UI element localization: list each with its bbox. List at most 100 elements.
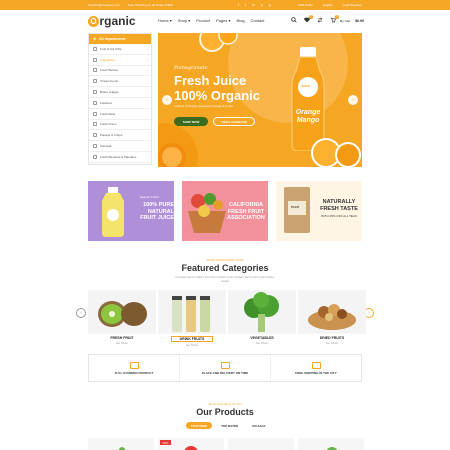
- category-link[interactable]: Go Shop: [158, 343, 226, 347]
- nav-pages[interactable]: Pages ▾: [216, 18, 230, 23]
- category-name: FRESH FRUIT: [110, 336, 134, 340]
- vegetable-basket-image: [188, 193, 226, 233]
- nav-home[interactable]: Home ▾: [158, 18, 172, 23]
- banner-title: CALIFORNIA FRESH FRUIT ASSOCIATION: [227, 202, 265, 221]
- category-card-vegetables[interactable]: VEGETABLES Go Shop: [228, 290, 296, 350]
- sidebar-item-label: Ocean Foods: [100, 79, 119, 84]
- category-card-drink-fruits[interactable]: DRINK FRUITS Go Shop: [158, 290, 226, 350]
- product-card[interactable]: [298, 438, 364, 450]
- menu-icon: ☰: [93, 37, 97, 41]
- category-icon: [93, 154, 97, 159]
- feature-delivery: PLACE AND DELIVERY ON TIME: [180, 355, 271, 381]
- nav-contact[interactable]: Contact: [251, 18, 265, 23]
- sidebar-item[interactable]: Butter & Eggs: [89, 87, 151, 98]
- tab-on-sale[interactable]: ON SALE: [247, 422, 270, 429]
- cart-label: My Cart: [339, 18, 351, 23]
- banner-title: NATURALLY FRESH TASTE: [320, 199, 358, 212]
- category-icon: [93, 100, 97, 105]
- tea-pack-label: PACK: [291, 205, 300, 209]
- product-card[interactable]: -50%: [158, 438, 224, 450]
- tab-top-rated[interactable]: TOP RATED: [216, 422, 243, 429]
- promo-banner-tea[interactable]: PACK NATURALLY FRESH TASTE WITH 25% OFF …: [276, 181, 362, 241]
- category-icon: [93, 57, 97, 62]
- tea-pack-image: PACK: [284, 187, 310, 233]
- feature-label: FREE SHIPPING IN THE CITY: [295, 370, 337, 375]
- hero-next-arrow[interactable]: ›: [348, 95, 358, 105]
- category-icon: [93, 90, 97, 95]
- category-link[interactable]: Go Shop: [298, 341, 366, 345]
- sidebar-item-label: Vegetables: [100, 57, 115, 62]
- sidebar-item[interactable]: Fresh Onion: [89, 120, 151, 131]
- product-card[interactable]: [88, 438, 154, 450]
- products-title: Our Products: [196, 407, 254, 417]
- category-image: [88, 290, 156, 334]
- wishlist-count: 0: [309, 15, 313, 19]
- sidebar-item-label: Fresh Berries: [100, 68, 119, 73]
- product-tabs: FEATURED TOP RATED ON SALE: [186, 422, 270, 429]
- language-select[interactable]: English: [323, 3, 333, 7]
- bottle-text: Orange Mango: [295, 109, 321, 124]
- products-kicker: All the best items for You: [208, 402, 242, 406]
- linkedin-icon[interactable]: in: [252, 3, 255, 7]
- tab-featured[interactable]: FEATURED: [186, 422, 213, 429]
- category-link[interactable]: Go Shop: [88, 341, 156, 345]
- categories-prev-arrow[interactable]: ‹: [76, 308, 86, 318]
- twitter-icon[interactable]: t: [245, 3, 246, 7]
- hero-title-line1: Fresh Juice: [174, 73, 247, 88]
- logo-text: rganic: [99, 14, 136, 28]
- login-link[interactable]: Login/Register: [343, 3, 362, 7]
- category-card-dried-fruits[interactable]: DRIED FRUITS Go Shop: [298, 290, 366, 350]
- category-icon: [93, 111, 97, 116]
- hero-slider: Pomegranate Fresh Juice 100% Organic A b…: [158, 33, 362, 167]
- nav-blog[interactable]: Blog: [237, 18, 245, 23]
- sidebar-item[interactable]: Oatmeal: [89, 141, 151, 152]
- top-bar: Organic@company.com Free Shipping for al…: [0, 0, 450, 10]
- sidebar-item[interactable]: Papaya & Crisps: [89, 130, 151, 142]
- sidebar-item-label: Fresh Bananas & Plantains: [100, 154, 137, 159]
- category-icon: [93, 133, 97, 138]
- category-name: VEGETABLES: [250, 336, 274, 340]
- chevron-right-icon: ›: [147, 68, 148, 73]
- cart-count: 0: [335, 15, 339, 19]
- sidebar-item[interactable]: Fresh Meat: [89, 109, 151, 120]
- google-icon[interactable]: g: [269, 3, 271, 7]
- wishlist-icon[interactable]: 0: [304, 15, 313, 24]
- nav-product[interactable]: Product: [196, 18, 210, 23]
- sidebar-item[interactable]: Fresh Bananas & Plantains: [89, 152, 151, 163]
- promo-banner-fruit[interactable]: CALIFORNIA FRESH FRUIT ASSOCIATION: [182, 181, 268, 241]
- shop-now-button[interactable]: SHOP NOW: [174, 117, 208, 126]
- category-image: [228, 290, 296, 334]
- search-icon[interactable]: [290, 17, 297, 24]
- category-image: [158, 290, 226, 334]
- sidebar-item[interactable]: Fresh Berries ›: [89, 66, 151, 77]
- category-link[interactable]: Go Shop: [228, 341, 296, 345]
- category-icon: [93, 68, 97, 73]
- departments-toggle[interactable]: ☰ All departments: [89, 34, 151, 44]
- sidebar-item-label: Oatmeal: [100, 144, 112, 149]
- banner-title: 100% PURE NATURAL FRUIT JUICE: [140, 202, 174, 221]
- sidebar-item[interactable]: Ocean Foods: [89, 76, 151, 88]
- sidebar-item[interactable]: Vegetables ›: [89, 55, 151, 66]
- category-name: DRINK FRUITS: [171, 336, 213, 342]
- product-card[interactable]: [228, 438, 294, 450]
- cart-button[interactable]: 0 My Cart $0.00: [330, 15, 364, 24]
- departments-title: All departments: [99, 37, 126, 41]
- orange-fruit-image: [158, 143, 186, 167]
- facebook-icon[interactable]: f: [238, 3, 239, 7]
- sidebar-item[interactable]: Fastfood: [89, 98, 151, 109]
- pinterest-icon[interactable]: p: [261, 3, 263, 7]
- feature-label: PLACE AND DELIVERY ON TIME: [201, 370, 249, 375]
- hero-prev-arrow[interactable]: ‹: [162, 95, 172, 105]
- compare-icon[interactable]: [317, 17, 323, 24]
- category-card-fresh-fruit[interactable]: FRESH FRUIT Go Shop: [88, 290, 156, 350]
- sidebar-item-label: Butter & Eggs: [100, 90, 119, 95]
- features-strip: FULL STAMPED PRODUCT PLACE AND DELIVERY …: [88, 354, 362, 382]
- nav-shop[interactable]: Shop ▾: [178, 18, 190, 23]
- sidebar-item[interactable]: Fruit & Nut Gifts ›: [89, 44, 151, 55]
- sale-badge: -50%: [160, 440, 171, 445]
- email-link[interactable]: Organic@company.com: [88, 3, 120, 7]
- currency-select[interactable]: USD Dollar: [298, 3, 313, 7]
- promo-banner-juice[interactable]: Season Fresh 100% PURE NATURAL FRUIT JUI…: [88, 181, 174, 241]
- logo[interactable]: Organic: [88, 14, 136, 28]
- view-lookbook-button[interactable]: VIEW LOOKBOOK: [213, 117, 255, 126]
